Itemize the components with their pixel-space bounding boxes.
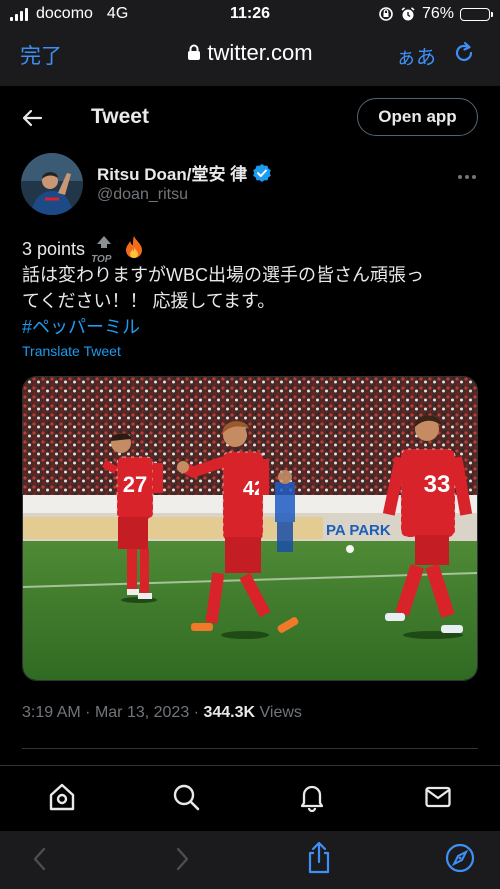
battery-icon: [460, 7, 493, 21]
forward-arrow-icon[interactable]: [172, 845, 192, 873]
pitch-sign-text: PA PARK: [326, 522, 391, 539]
mail-icon[interactable]: [424, 782, 452, 812]
browser-url-bar: 完了 twitter.com ぁあ: [0, 28, 500, 86]
fire-emoji-icon: [126, 236, 143, 258]
meta-separator-2: ·: [193, 704, 199, 721]
tweet-photo[interactable]: PA PARK 27 42 33: [22, 376, 478, 681]
tweet-line-1: 3 points TOP: [22, 235, 482, 265]
author-name-text: Ritsu Doan/堂安 律: [97, 165, 248, 184]
orientation-lock-icon: [379, 7, 393, 21]
tweet-line-3: てください！！ 応援してます。: [22, 291, 276, 311]
tweet-points-text: 3 points: [22, 239, 86, 259]
football-match-image: PA PARK 27 42 33: [23, 377, 477, 680]
tweet-text: 3 points TOP 話は変わりますがWBC出場の選手の皆さん頑張っ てくだ…: [22, 235, 482, 340]
bell-icon[interactable]: [298, 782, 326, 812]
open-app-button[interactable]: Open app: [357, 98, 478, 136]
home-icon[interactable]: [48, 782, 76, 812]
top-arrow-emoji: TOP: [90, 235, 118, 265]
browser-toolbar: [0, 831, 500, 889]
text-size-button[interactable]: ぁあ: [396, 41, 436, 70]
author-handle[interactable]: @doan_ritsu: [97, 186, 188, 204]
top-nav: Tweet Open app: [0, 86, 500, 150]
share-icon[interactable]: [305, 841, 333, 875]
meta-separator: ·: [85, 704, 91, 721]
back-arrow-icon[interactable]: [20, 106, 44, 130]
alarm-icon: [401, 7, 415, 21]
top-label: TOP: [91, 254, 112, 265]
tweet-time[interactable]: 3:19 AM: [22, 704, 81, 721]
url-text: twitter.com: [207, 40, 313, 65]
verified-badge-icon: [253, 163, 271, 182]
more-options-icon[interactable]: [457, 163, 477, 186]
translate-tweet-link[interactable]: Translate Tweet: [22, 343, 121, 359]
avatar[interactable]: [21, 153, 83, 215]
reload-icon[interactable]: [452, 40, 476, 66]
views-label: Views: [259, 704, 302, 721]
compass-icon[interactable]: [445, 843, 475, 873]
battery-percent: 76%: [421, 5, 454, 22]
tweet-date[interactable]: Mar 13, 2023: [95, 704, 189, 721]
search-icon[interactable]: [172, 782, 200, 812]
author-name[interactable]: Ritsu Doan/堂安 律: [97, 160, 272, 185]
status-bar: docomo 4G 11:26 76%: [0, 0, 500, 28]
lock-icon: [188, 44, 201, 60]
divider: [22, 748, 478, 749]
tweet-meta: 3:19 AM · Mar 13, 2023 · 344.3K Views: [22, 704, 302, 722]
status-right: 76%: [378, 5, 493, 23]
views-count: 344.3K: [203, 704, 256, 721]
player-right-number: 33: [424, 471, 451, 498]
hashtag-link[interactable]: #ペッパーミル: [22, 314, 482, 340]
back-arrow-icon[interactable]: [30, 845, 50, 873]
page-title: Tweet: [91, 105, 149, 128]
player-left-number: 27: [123, 472, 147, 497]
tab-bar: [0, 765, 500, 832]
